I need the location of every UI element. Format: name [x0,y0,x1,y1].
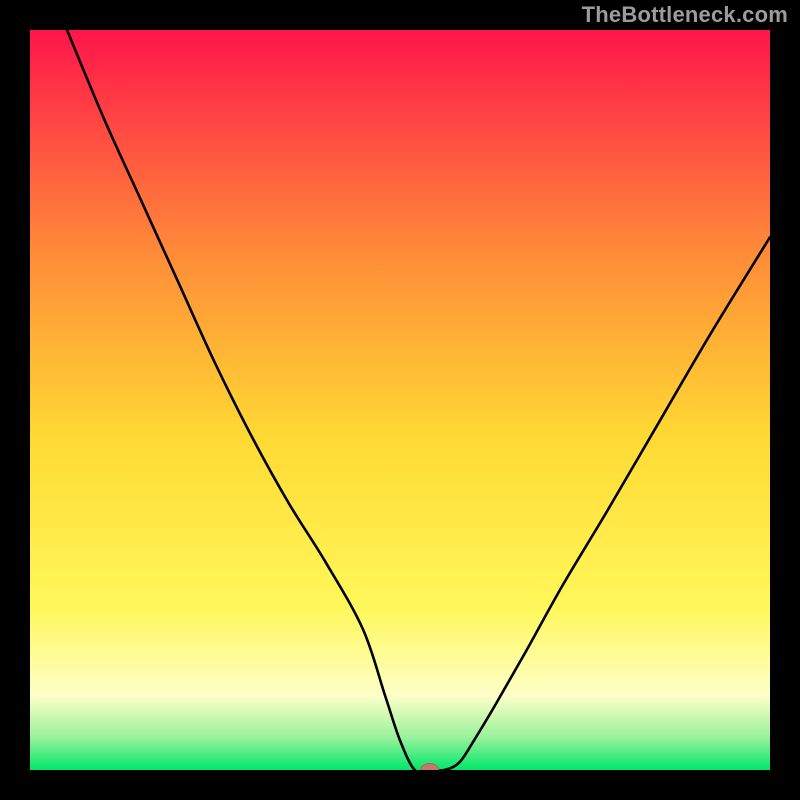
frame: TheBottleneck.com [0,0,800,800]
chart-svg [30,30,770,770]
gradient-panel [30,30,770,770]
bottleneck-chart [30,30,770,770]
watermark-text: TheBottleneck.com [582,2,788,28]
